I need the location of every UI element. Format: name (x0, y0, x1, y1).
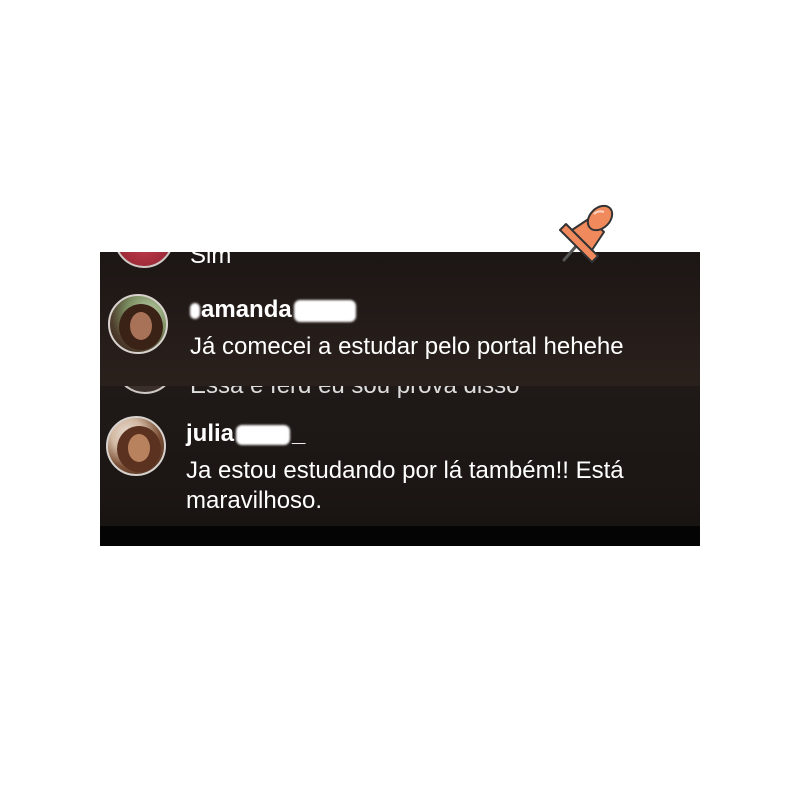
comment-panel-top: Sim amanda Já comecei a estudar pelo por… (100, 252, 700, 386)
username-julia-suffix: _ (292, 420, 306, 447)
previous-comment-text: Sim (190, 252, 232, 269)
message-julia-line1: Ja estou estudando por lá também!! Está (186, 457, 624, 484)
avatar-face (130, 312, 152, 340)
message-amanda: Já comecei a estudar pelo portal hehehe (190, 333, 624, 360)
avatar-previous-commenter[interactable] (114, 252, 174, 268)
comment-panel-bottom: Essa é ferd eu sou prova disso julia _ Ja… (100, 386, 700, 546)
avatar-amanda[interactable] (108, 294, 168, 354)
username-julia-text: julia (186, 420, 235, 447)
avatar-face (128, 434, 150, 462)
username-amanda-text: amanda (201, 296, 292, 323)
username-amanda[interactable]: amanda (190, 296, 356, 324)
message-julia-line2: maravilhoso. (186, 487, 323, 514)
pushpin-icon (559, 204, 614, 263)
redaction-mark (236, 424, 291, 445)
redaction-mark (190, 302, 200, 319)
avatar-julia[interactable] (106, 416, 166, 476)
previous-comment-text-2: Essa é ferd eu sou prova disso (190, 386, 520, 400)
bottom-bar (100, 526, 700, 546)
avatar-previous-commenter-2[interactable] (114, 386, 176, 394)
username-julia[interactable]: julia _ (186, 420, 305, 448)
redaction-mark (293, 299, 356, 322)
